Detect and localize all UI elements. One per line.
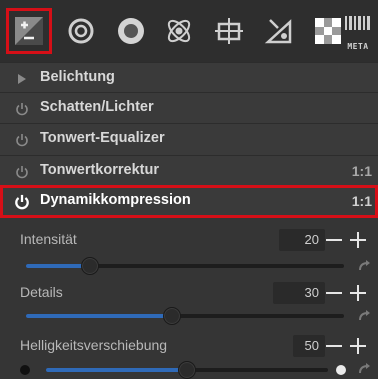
intensity-value-field[interactable]: 20	[279, 229, 325, 251]
details-reset-icon[interactable]	[358, 310, 372, 322]
intensity-increment-button[interactable]	[349, 231, 367, 249]
details-increment-button[interactable]	[349, 284, 367, 302]
module-label: Belichtung	[40, 69, 115, 85]
intensity-slider[interactable]	[26, 264, 344, 268]
dynamikkompression-panel: Intensität 20 Details 30 Helligkeitsvers…	[0, 218, 378, 379]
power-icon[interactable]	[14, 194, 30, 210]
raw-tab-icon	[264, 19, 292, 44]
intensity-decrement-button[interactable]	[325, 231, 343, 249]
metadata-tab[interactable]: META	[335, 8, 378, 54]
module-dynamikkompression[interactable]: Dynamikkompression 1:1	[0, 185, 378, 218]
details-tab[interactable]	[58, 8, 104, 54]
module-schatten-lichter[interactable]: Schatten/Lichter	[0, 92, 378, 124]
zoom-ratio-badge: 1:1	[351, 193, 372, 209]
advanced-tab[interactable]	[156, 8, 202, 54]
module-tonwert-equalizer[interactable]: Tonwert-Equalizer	[0, 123, 378, 155]
module-label: Tonwert-Equalizer	[40, 130, 165, 146]
exposure-tab-icon	[15, 17, 43, 45]
module-label: Tonwertkorrektur	[40, 162, 159, 178]
exposure-tab[interactable]	[6, 8, 52, 54]
module-label: Schatten/Lichter	[40, 99, 154, 115]
brightness-shift-label: Helligkeitsverschiebung	[20, 337, 168, 353]
brightness-shift-increment-button[interactable]	[349, 337, 367, 355]
transform-tab[interactable]	[206, 8, 252, 54]
tool-tab-bar: META	[0, 0, 378, 62]
expand-arrow-icon[interactable]	[14, 71, 30, 87]
power-icon[interactable]	[14, 132, 30, 148]
intensity-reset-icon[interactable]	[358, 260, 372, 272]
module-belichtung[interactable]: Belichtung	[0, 62, 378, 94]
power-icon[interactable]	[14, 164, 30, 180]
details-slider-fill	[26, 314, 173, 318]
power-icon[interactable]	[14, 101, 30, 117]
brightness-shift-value-field[interactable]: 50	[293, 335, 325, 357]
details-decrement-button[interactable]	[325, 284, 343, 302]
intensity-label: Intensität	[20, 231, 77, 247]
details-value-field[interactable]: 30	[273, 282, 325, 304]
brightness-shift-reset-icon[interactable]	[358, 363, 372, 375]
color-tab-icon	[118, 18, 144, 44]
details-slider[interactable]	[26, 314, 344, 318]
details-label: Details	[20, 284, 63, 300]
brightness-shift-slider-fill	[46, 368, 187, 372]
intensity-slider-knob[interactable]	[80, 257, 99, 275]
brightness-shift-slider-knob[interactable]	[178, 361, 196, 379]
dark-end-icon	[20, 365, 30, 375]
raw-tab[interactable]	[256, 8, 302, 54]
brightness-shift-decrement-button[interactable]	[325, 337, 343, 355]
metadata-tab-icon	[345, 16, 370, 30]
module-tonwertkorrektur[interactable]: Tonwertkorrektur 1:1	[0, 155, 378, 187]
light-end-icon	[336, 365, 346, 375]
details-slider-knob[interactable]	[163, 307, 182, 325]
module-label: Dynamikkompression	[40, 192, 191, 208]
advanced-tab-icon	[167, 19, 191, 43]
details-tab-icon	[68, 18, 94, 44]
zoom-ratio-badge: 1:1	[351, 163, 372, 179]
transform-tab-icon	[215, 18, 243, 44]
metadata-tab-label: META	[347, 41, 369, 51]
color-tab[interactable]	[108, 8, 154, 54]
